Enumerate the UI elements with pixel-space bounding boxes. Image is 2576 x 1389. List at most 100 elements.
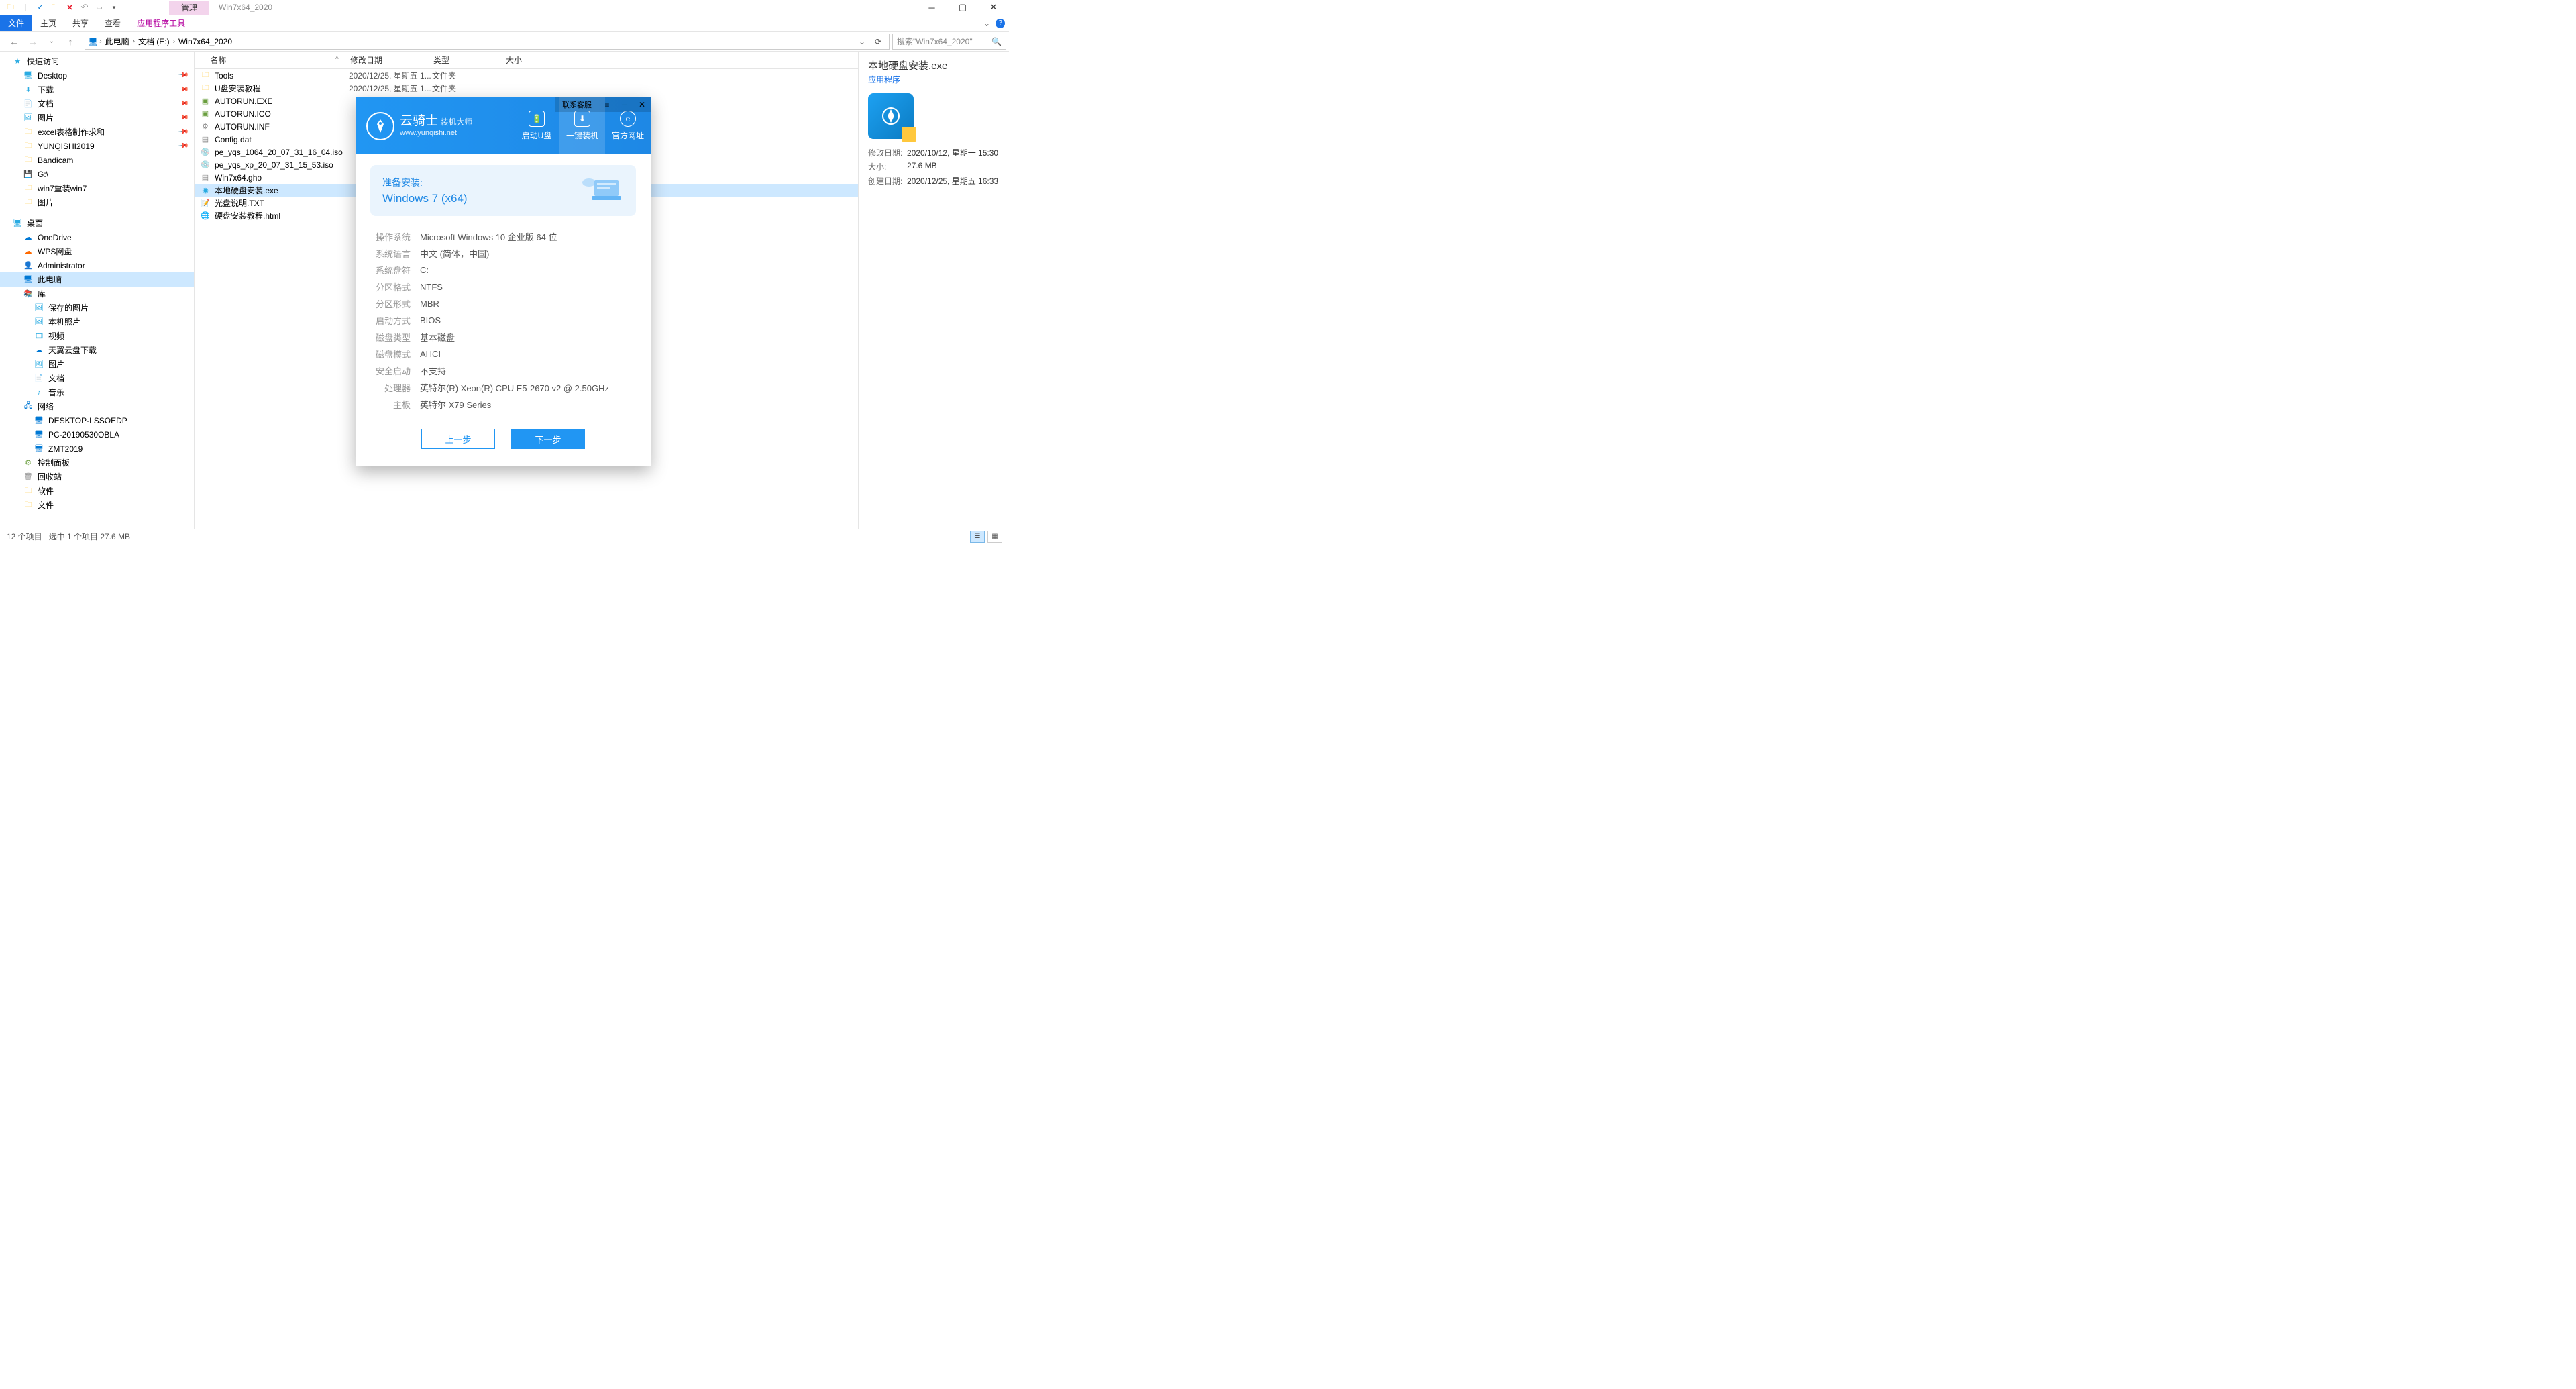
breadcrumb-seg[interactable]: 此电脑 xyxy=(103,36,131,47)
up-button[interactable]: ↑ xyxy=(63,36,78,47)
globe-icon: e xyxy=(620,111,636,127)
tree-item[interactable]: ☁OneDrive xyxy=(0,230,194,244)
tree-item[interactable]: 🗀win7重装win7 xyxy=(0,181,194,195)
popup-logo: 云骑士 装机大师 www.yunqishi.net xyxy=(356,112,472,140)
qat-folder-icon[interactable]: 🗀 xyxy=(4,1,17,14)
tree-item[interactable]: 📚库 xyxy=(0,287,194,301)
col-date[interactable]: 修改日期 xyxy=(345,54,428,66)
tree-item[interactable]: 🗀Bandicam xyxy=(0,153,194,167)
tree-item[interactable]: 🗀文件 xyxy=(0,498,194,512)
ribbon-tab-home[interactable]: 主页 xyxy=(32,15,64,31)
col-name[interactable]: ▢ 名称 ˄ xyxy=(195,54,345,66)
popup-contact[interactable]: 联系客服 xyxy=(555,99,598,110)
file-name: Tools xyxy=(215,71,349,81)
tree-item[interactable]: ♪音乐 xyxy=(0,385,194,399)
tree-label: 网络 xyxy=(38,401,54,412)
address-bar[interactable]: 🖥 › 此电脑 › 文档 (E:) › Win7x64_2020 ⌄ ⟳ xyxy=(85,34,890,50)
tree-item-thispc[interactable]: 🖥此电脑 xyxy=(0,272,194,287)
tree-item[interactable]: 🗀excel表格制作求和📌 xyxy=(0,125,194,139)
tree-network[interactable]: 🖧 网络 xyxy=(0,399,194,413)
tree-controlpanel[interactable]: ⚙控制面板 xyxy=(0,456,194,470)
help-icon[interactable]: ? xyxy=(996,19,1005,28)
tree-item[interactable]: 🗀YUNQISHI2019📌 xyxy=(0,139,194,153)
next-button[interactable]: 下一步 xyxy=(511,429,585,449)
close-button[interactable]: ✕ xyxy=(978,0,1009,15)
qat-properties-icon[interactable]: ✓ xyxy=(34,1,47,14)
tree-item[interactable]: 📄文档📌 xyxy=(0,97,194,111)
tree-item[interactable]: 🗀图片 xyxy=(0,195,194,209)
ribbon-tab-view[interactable]: 查看 xyxy=(97,15,129,31)
qat-rename-icon[interactable]: ▭ xyxy=(93,1,106,14)
breadcrumb-seg[interactable]: Win7x64_2020 xyxy=(176,37,234,46)
popup-nav-usb[interactable]: 🔋 启动U盘 xyxy=(514,97,559,154)
ribbon-file[interactable]: 文件 xyxy=(0,15,32,31)
tree-item[interactable]: 🖥ZMT2019 xyxy=(0,442,194,456)
tree-desktop[interactable]: 🖥桌面 xyxy=(0,216,194,230)
view-details-button[interactable]: ☰ xyxy=(970,531,985,543)
navigation-pane: ★快速访问 🖥Desktop📌 ⬇下载📌 📄文档📌 🖼图片📌 🗀excel表格制… xyxy=(0,52,195,529)
tree-recycle[interactable]: 🗑回收站 xyxy=(0,470,194,484)
refresh-icon[interactable]: ⟳ xyxy=(870,37,886,46)
chevron-icon[interactable]: › xyxy=(98,38,103,45)
tree-item[interactable]: 🗀软件 xyxy=(0,484,194,498)
tree-item[interactable]: 🖥Desktop📌 xyxy=(0,68,194,83)
window-title: Win7x64_2020 xyxy=(209,3,282,12)
addr-dropdown-icon[interactable]: ⌄ xyxy=(854,37,870,46)
search-input[interactable]: 搜索"Win7x64_2020" 🔍 xyxy=(892,34,1006,50)
col-type[interactable]: 类型 xyxy=(428,54,500,66)
back-button[interactable]: ← xyxy=(7,36,21,47)
details-value: 2020/10/12, 星期一 15:30 xyxy=(907,147,1000,158)
tree-item[interactable]: 📄文档 xyxy=(0,371,194,385)
popup-info-list: 操作系统Microsoft Windows 10 企业版 64 位系统语言中文 … xyxy=(370,224,636,422)
chevron-icon[interactable]: › xyxy=(172,38,176,45)
info-row: 操作系统Microsoft Windows 10 企业版 64 位 xyxy=(373,228,633,245)
maximize-button[interactable]: ▢ xyxy=(947,0,978,15)
tree-item[interactable]: 🖼本机照片 xyxy=(0,315,194,329)
file-row[interactable]: 🗀Tools2020/12/25, 星期五 1...文件夹 xyxy=(195,69,858,82)
popup-menu-icon[interactable]: ≡ xyxy=(598,100,616,109)
tree-item[interactable]: ☁WPS网盘 xyxy=(0,244,194,258)
tree-label: 文件 xyxy=(38,499,54,511)
tree-item[interactable]: 🖼图片 xyxy=(0,357,194,371)
qat-newfolder-icon[interactable]: 🗀 xyxy=(48,1,62,14)
tree-item[interactable]: 🎞视频 xyxy=(0,329,194,343)
tree-item[interactable]: ⬇下载📌 xyxy=(0,83,194,97)
recent-dropdown[interactable]: ⌄ xyxy=(44,38,59,45)
info-value: C: xyxy=(420,265,429,275)
minimize-button[interactable]: ─ xyxy=(916,0,947,15)
tree-item[interactable]: 🖥DESKTOP-LSSOEDP xyxy=(0,413,194,427)
popup-nav-label: 一键装机 xyxy=(566,130,598,141)
ribbon-tab-share[interactable]: 共享 xyxy=(64,15,97,31)
forward-button[interactable]: → xyxy=(25,36,40,47)
tree-label: 音乐 xyxy=(48,387,64,398)
tree-item[interactable]: 🖥PC-20190530OBLA xyxy=(0,427,194,442)
tree-item[interactable]: ☁天翼云盘下载 xyxy=(0,343,194,357)
file-row[interactable]: 🗀U盘安装教程2020/12/25, 星期五 1...文件夹 xyxy=(195,82,858,95)
tree-item[interactable]: 💾G:\ xyxy=(0,167,194,181)
view-icons-button[interactable]: ▦ xyxy=(987,531,1002,543)
tree-item[interactable]: 🖼保存的图片 xyxy=(0,301,194,315)
qat-undo-icon[interactable]: ↶ xyxy=(78,1,91,14)
logo-main: 云骑士 xyxy=(400,114,438,128)
tree-quick-access[interactable]: ★快速访问 xyxy=(0,54,194,68)
pin-icon: 📌 xyxy=(177,112,189,123)
network-icon: 🖧 xyxy=(23,401,34,412)
ribbon-tab-apptools[interactable]: 应用程序工具 xyxy=(129,15,193,31)
qat-dropdown-icon[interactable]: ▾ xyxy=(107,1,121,14)
star-icon: ★ xyxy=(12,56,23,67)
col-size[interactable]: 大小 xyxy=(500,54,573,66)
breadcrumb-seg[interactable]: 文档 (E:) xyxy=(136,36,172,47)
ribbon-expand-icon[interactable]: ⌄ xyxy=(983,19,990,28)
pc-icon: 🖥 xyxy=(34,415,44,426)
tree-label: 此电脑 xyxy=(38,274,62,285)
qat-delete-icon[interactable]: ✕ xyxy=(63,1,76,14)
file-icon: ▤ xyxy=(200,172,211,183)
context-tab: 管理 xyxy=(169,1,209,15)
prev-button[interactable]: 上一步 xyxy=(421,429,495,449)
details-value: 27.6 MB xyxy=(907,161,1000,172)
tree-item[interactable]: 👤Administrator xyxy=(0,258,194,272)
chevron-icon[interactable]: › xyxy=(131,38,136,45)
tree-item[interactable]: 🖼图片📌 xyxy=(0,111,194,125)
popup-close-icon[interactable]: ✕ xyxy=(633,100,651,109)
popup-minimize-icon[interactable]: ─ xyxy=(616,100,633,109)
